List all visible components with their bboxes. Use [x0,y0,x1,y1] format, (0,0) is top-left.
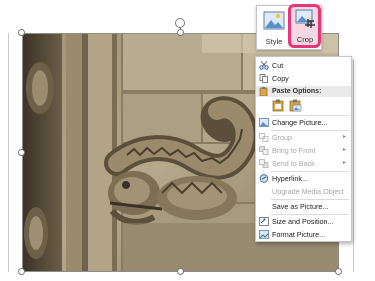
resize-handle-bottom[interactable] [177,268,184,275]
copy-label: Copy [272,74,289,83]
copy-icon [259,74,268,83]
menu-item-copy[interactable]: Copy [256,72,351,85]
cut-label: Cut [272,61,284,70]
menu-item-send-to-back[interactable]: Send to Back ▸ [256,157,351,170]
resize-handle-bottom-left[interactable] [18,268,25,275]
paste-keep-picture-icon[interactable] [289,99,302,112]
paste-picture-icon[interactable] [272,99,285,112]
group-icon [259,133,269,142]
menu-item-size-and-position[interactable]: Size and Position... [256,215,351,228]
size-position-icon [259,217,269,226]
menu-item-save-as-picture[interactable]: Save as Picture... [256,200,351,213]
paste-icon [259,87,268,96]
resize-handle-top[interactable] [177,29,184,36]
submenu-arrow-icon: ▸ [342,147,346,153]
slide-edge-right [353,60,354,272]
crop-icon [295,9,315,28]
resize-handle-left[interactable] [18,149,25,156]
submenu-arrow-icon: ▸ [342,134,346,140]
menu-item-format-picture[interactable]: Format Picture... [256,228,351,241]
save-as-picture-label: Save as Picture... [272,202,329,211]
hyperlink-label: Hyperlink... [272,174,308,183]
context-menu: Cut Copy Paste Options: Change Picture..… [255,56,352,242]
upgrade-media-label: Upgrade Media Object [272,187,344,196]
size-and-position-label: Size and Position... [272,217,334,226]
resize-handle-bottom-right[interactable] [335,268,342,275]
style-button[interactable]: Style [259,8,289,48]
style-label: Style [265,37,283,46]
menu-item-bring-to-front[interactable]: Bring to Front ▸ [256,144,351,157]
bring-to-front-label: Bring to Front [272,146,316,155]
menu-item-cut[interactable]: Cut [256,59,351,72]
change-picture-label: Change Picture... [272,118,328,127]
slide-canvas: Style Crop Cut Copy Paste Options: Chang… [0,0,375,281]
scissors-icon [259,61,269,70]
submenu-arrow-icon: ▸ [342,160,346,166]
format-picture-label: Format Picture... [272,230,326,239]
bring-to-front-icon [259,146,269,155]
group-label: Group [272,133,292,142]
hyperlink-icon [259,174,269,183]
crop-button[interactable]: Crop [290,6,320,46]
menu-item-upgrade-media[interactable]: Upgrade Media Object [256,185,351,198]
paste-options-header: Paste Options: [256,86,351,97]
menu-item-group[interactable]: Group ▸ [256,131,351,144]
send-to-back-icon [259,159,269,168]
crop-label: Crop [296,35,314,44]
resize-handle-top-left[interactable] [18,29,25,36]
menu-item-change-picture[interactable]: Change Picture... [256,116,351,129]
picture-style-icon [263,11,285,30]
paste-options-label: Paste Options: [272,88,322,95]
rotate-handle-icon[interactable] [175,18,185,28]
change-picture-icon [259,118,269,127]
send-to-back-label: Send to Back [272,159,315,168]
format-picture-icon [259,230,269,239]
slide-edge-left [8,33,9,272]
menu-item-hyperlink[interactable]: Hyperlink... [256,172,351,185]
